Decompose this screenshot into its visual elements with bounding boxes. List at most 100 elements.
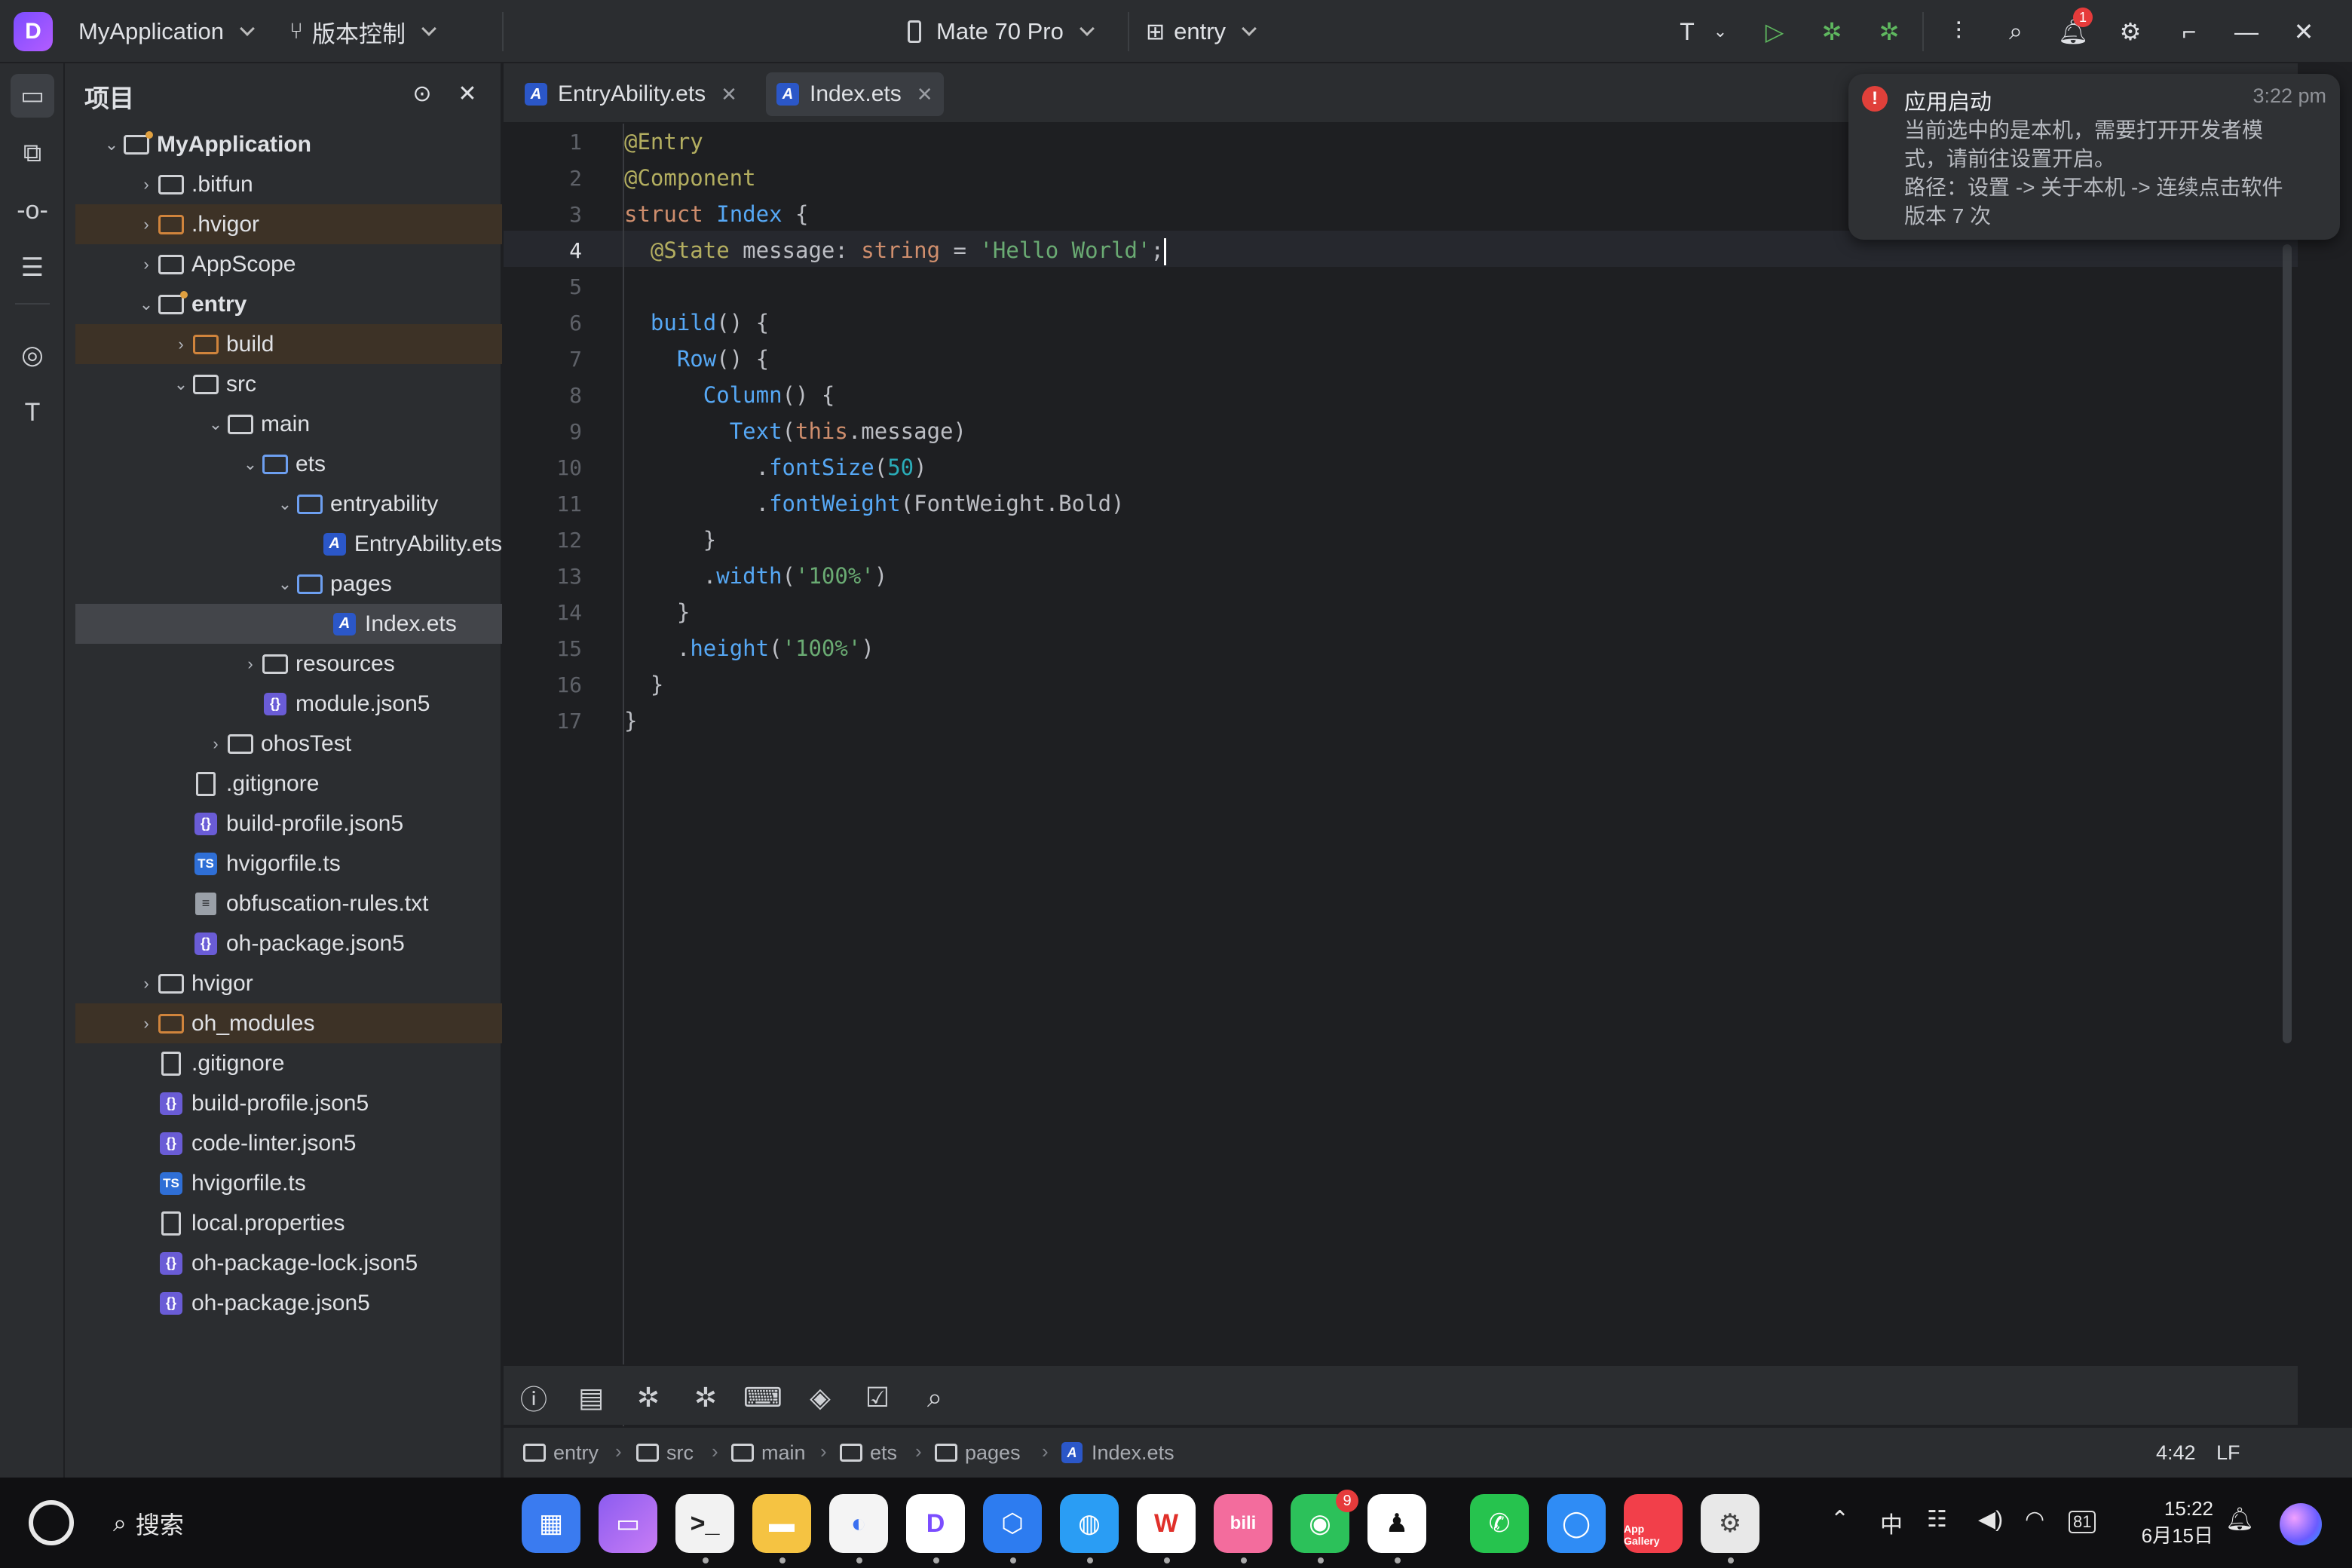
- tree-item[interactable]: › ohosTest: [75, 724, 502, 764]
- terminal-app-icon[interactable]: >_: [675, 1494, 734, 1553]
- tree-item[interactable]: {} build-profile.json5: [75, 1083, 502, 1123]
- module-selector[interactable]: ⊞ entry: [1146, 0, 1257, 63]
- close-icon[interactable]: ✕: [452, 78, 482, 109]
- messages-app-icon[interactable]: ◯: [1547, 1494, 1606, 1553]
- phone-app-icon[interactable]: ✆: [1470, 1494, 1529, 1553]
- tree-item[interactable]: local.properties: [75, 1203, 502, 1243]
- app-logo-icon[interactable]: D: [14, 12, 53, 51]
- deveco-app-icon[interactable]: D: [906, 1494, 965, 1553]
- volume-icon[interactable]: ◀): [1978, 1506, 2003, 1533]
- tree-item[interactable]: .gitignore: [75, 1043, 502, 1083]
- tree-item[interactable]: › .hvigor: [75, 204, 502, 244]
- tree-item[interactable]: › AppScope: [75, 244, 502, 284]
- tree-item[interactable]: TS hvigorfile.ts: [75, 1163, 502, 1203]
- qq-app-icon[interactable]: ♟: [1367, 1494, 1426, 1553]
- text-format-icon[interactable]: T: [11, 390, 54, 434]
- tree-item[interactable]: ⌄ main: [75, 404, 502, 444]
- tree-item[interactable]: › build: [75, 324, 502, 364]
- tree-item[interactable]: › oh_modules: [75, 1003, 502, 1043]
- tree-item[interactable]: › .bitfun: [75, 164, 502, 204]
- chevron-down-icon[interactable]: ⌄: [1705, 17, 1735, 47]
- close-icon[interactable]: ✕: [2289, 17, 2319, 47]
- project-folder-icon[interactable]: ▭: [11, 74, 54, 118]
- tree-item[interactable]: ⌄ MyApplication: [75, 124, 502, 164]
- tree-item[interactable]: {} build-profile.json5: [75, 804, 502, 844]
- breadcrumb-item[interactable]: main: [731, 1428, 806, 1478]
- tree-item[interactable]: › hvigor: [75, 963, 502, 1003]
- wifi-icon[interactable]: ◠: [2025, 1506, 2044, 1533]
- settings-icon[interactable]: ⚙: [2115, 17, 2145, 47]
- start-icon[interactable]: [29, 1500, 74, 1545]
- circles-icon[interactable]: ◎: [11, 333, 54, 377]
- device-selector[interactable]: Mate 70 Pro: [908, 0, 1095, 63]
- search-icon[interactable]: ⌕: [2001, 17, 2031, 47]
- editor-scrollbar[interactable]: [2283, 244, 2292, 1043]
- bug-icon[interactable]: ✲: [632, 1381, 665, 1414]
- globe-app-icon[interactable]: ◍: [1060, 1494, 1119, 1553]
- appgallery-app-icon[interactable]: App Gallery: [1624, 1494, 1683, 1553]
- tree-item[interactable]: A EntryAbility.ets: [75, 524, 502, 564]
- attach-debugger-icon[interactable]: ✲: [1874, 17, 1904, 47]
- tab-entryability[interactable]: A EntryAbility.ets ✕: [514, 72, 748, 116]
- breadcrumb-item[interactable]: pages: [935, 1428, 1021, 1478]
- app-launcher-icon[interactable]: ▦: [522, 1494, 580, 1553]
- tree-item[interactable]: ≡ obfuscation-rules.txt: [75, 884, 502, 923]
- problems-icon[interactable]: ⓘ: [517, 1381, 550, 1415]
- tree-item[interactable]: ⌄ pages: [75, 564, 502, 604]
- terminal-icon[interactable]: ⌨: [743, 1381, 782, 1414]
- tree-item[interactable]: .gitignore: [75, 764, 502, 804]
- vcs-menu[interactable]: ⑂ 版本控制: [289, 0, 436, 63]
- wps-app-icon[interactable]: W: [1137, 1494, 1196, 1553]
- sliders-icon[interactable]: ⫶: [1943, 17, 1974, 47]
- notification-bell-icon[interactable]: 🔔︎: [2225, 1506, 2254, 1533]
- browser-app-icon[interactable]: ◐: [829, 1494, 888, 1553]
- tree-item[interactable]: ⌄ ets: [75, 444, 502, 484]
- breadcrumb-item[interactable]: ets: [840, 1428, 897, 1478]
- plugin-icon[interactable]: ⧉: [11, 131, 54, 175]
- clipboard-icon[interactable]: ☷: [1927, 1506, 1947, 1533]
- notification-popup[interactable]: ! 应用启动 3:22 pm 当前选中的是本机，需要打开开发者模 式，请前往设置…: [1848, 74, 2340, 240]
- tab-index[interactable]: A Index.ets ✕: [766, 72, 944, 116]
- input-method-icon[interactable]: 中: [1880, 1506, 1903, 1539]
- text-tool-icon[interactable]: T: [1672, 17, 1702, 47]
- breadcrumb-item[interactable]: src: [636, 1428, 694, 1478]
- find-icon[interactable]: ☰: [11, 246, 54, 289]
- debug-icon[interactable]: ✲: [1817, 17, 1847, 47]
- close-icon[interactable]: ✕: [917, 83, 933, 106]
- git-icon[interactable]: ◈: [804, 1381, 837, 1414]
- storage-icon[interactable]: ▤: [574, 1381, 608, 1414]
- minimize-icon[interactable]: —: [2231, 17, 2262, 47]
- cube-app-icon[interactable]: ⬡: [983, 1494, 1042, 1553]
- todo-icon[interactable]: ☑: [861, 1381, 894, 1414]
- assistant-icon[interactable]: [2280, 1503, 2322, 1545]
- tree-item[interactable]: ⌄ src: [75, 364, 502, 404]
- tree-item[interactable]: {} code-linter.json5: [75, 1123, 502, 1163]
- clock[interactable]: 15:22 6月15日: [2136, 1497, 2213, 1548]
- tree-item[interactable]: › resources: [75, 644, 502, 684]
- notes-app-icon[interactable]: ▬: [752, 1494, 811, 1553]
- battery-icon[interactable]: 81: [2069, 1511, 2096, 1533]
- settings-app-icon[interactable]: ⚙: [1701, 1494, 1759, 1553]
- run-icon[interactable]: ▷: [1759, 17, 1790, 47]
- close-icon[interactable]: ✕: [721, 83, 737, 106]
- restore-icon[interactable]: ⌐: [2174, 17, 2204, 47]
- cursor-position[interactable]: 4:42: [2156, 1428, 2196, 1478]
- code-area[interactable]: @Entry @Component struct Index { @State …: [624, 124, 2298, 1428]
- bilibili-app-icon[interactable]: bili: [1214, 1494, 1272, 1553]
- debug-tool-icon[interactable]: ✲: [689, 1381, 722, 1414]
- breadcrumb-item[interactable]: A Index.ets: [1061, 1428, 1174, 1478]
- line-ending[interactable]: LF: [2216, 1428, 2240, 1478]
- project-switcher[interactable]: MyApplication: [78, 0, 255, 63]
- tree-item[interactable]: {} oh-package-lock.json5: [75, 1243, 502, 1283]
- chevron-up-icon[interactable]: ⌃: [1830, 1506, 1849, 1533]
- commit-icon[interactable]: -o-: [11, 188, 54, 232]
- files-app-icon[interactable]: ▭: [599, 1494, 657, 1553]
- inspect-icon[interactable]: ⌕: [918, 1381, 951, 1414]
- tree-item[interactable]: {} oh-package.json5: [75, 1283, 502, 1323]
- tree-item[interactable]: A Index.ets: [75, 604, 502, 644]
- locate-icon[interactable]: ⊙: [407, 78, 437, 109]
- tree-item[interactable]: {} oh-package.json5: [75, 923, 502, 963]
- breadcrumb-item[interactable]: entry: [523, 1428, 599, 1478]
- tree-item[interactable]: TS hvigorfile.ts: [75, 844, 502, 884]
- tree-item[interactable]: {} module.json5: [75, 684, 502, 724]
